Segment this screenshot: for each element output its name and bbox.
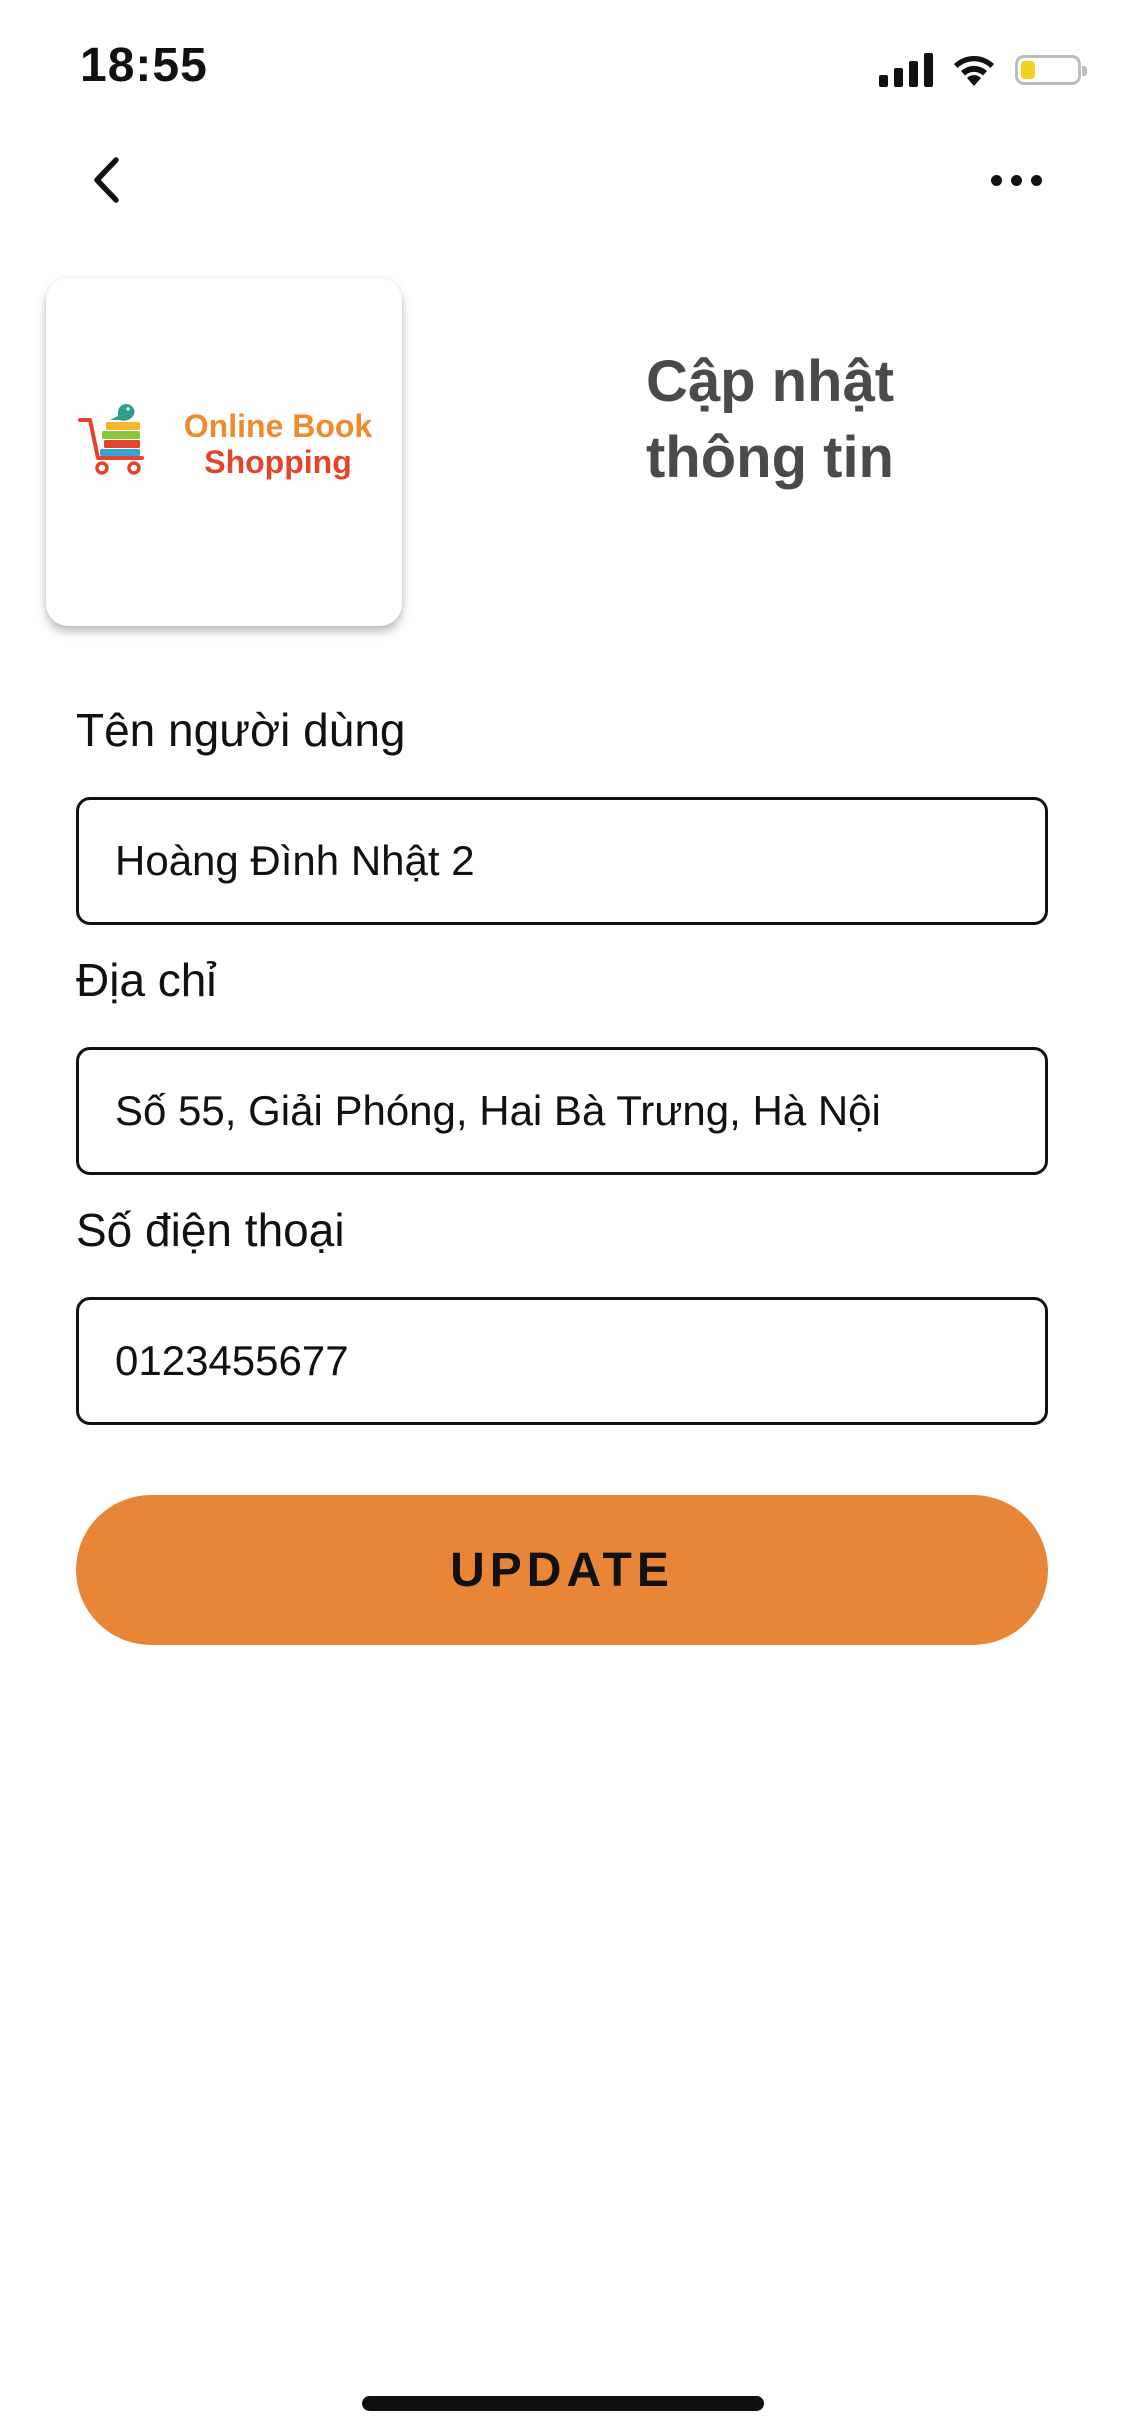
- more-button[interactable]: [981, 150, 1051, 210]
- book-cart-logo-icon: [78, 404, 144, 475]
- back-button[interactable]: [76, 150, 136, 210]
- logo-text-line1: Online Book: [183, 408, 373, 444]
- home-indicator[interactable]: [362, 2396, 764, 2411]
- logo-text-line2: Shopping: [204, 444, 352, 480]
- page-title: Cập nhật thông tin: [580, 344, 960, 496]
- page-title-line2: thông tin: [645, 425, 894, 490]
- status-bar: 18:55: [0, 0, 1125, 140]
- address-input[interactable]: [76, 1047, 1048, 1175]
- signal-icon: [879, 53, 933, 87]
- battery-level: [1021, 61, 1035, 79]
- update-button[interactable]: UPDATE: [76, 1495, 1048, 1645]
- phone-input[interactable]: [76, 1297, 1048, 1425]
- page-title-line1: Cập nhật: [645, 349, 895, 414]
- address-label: Địa chỉ: [76, 954, 217, 1006]
- more-horizontal-icon: [990, 174, 1002, 186]
- status-icons: [879, 48, 1087, 92]
- app-logo: Online Book Shopping: [46, 278, 402, 626]
- phone-label: Số điện thoại: [76, 1204, 345, 1256]
- chevron-left-icon: [94, 157, 119, 203]
- logo-text: Online Book Shopping: [158, 408, 398, 480]
- username-label: Tên người dùng: [76, 704, 406, 756]
- wifi-icon: [954, 56, 994, 86]
- status-time: 18:55: [80, 39, 208, 92]
- battery-icon: [1015, 55, 1087, 85]
- username-input[interactable]: [76, 797, 1048, 925]
